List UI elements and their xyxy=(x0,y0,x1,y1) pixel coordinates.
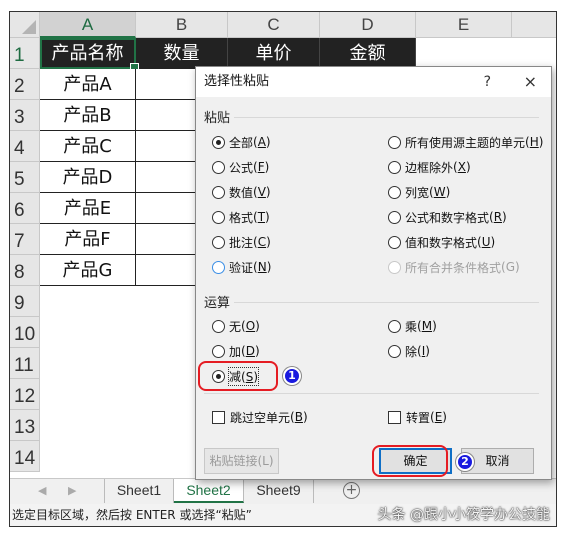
tab-sheet9[interactable]: Sheet9 xyxy=(244,479,314,503)
highlight-ok-button xyxy=(372,445,448,477)
row-header-4[interactable]: 4 xyxy=(10,131,40,162)
paste-special-dialog: 选择性粘贴 ? × 粘贴 全部(A) 公式(F) 数值(V) 格式(T) 批注(… xyxy=(195,66,552,480)
radio-paste-formulas-number-formats[interactable]: 公式和数字格式(R) xyxy=(388,208,507,226)
paste-group-label: 粘贴 xyxy=(204,111,231,126)
column-header-e[interactable]: E xyxy=(416,12,512,38)
radio-paste-validation[interactable]: 验证(N) xyxy=(212,258,271,276)
radio-paste-source-theme[interactable]: 所有使用源主题的单元(H) xyxy=(388,133,543,151)
row-header-1[interactable]: 1 xyxy=(10,38,40,69)
options-divider xyxy=(204,393,539,394)
row-header-2[interactable]: 2 xyxy=(10,69,40,100)
radio-button[interactable] xyxy=(212,210,225,224)
column-header-b[interactable]: B xyxy=(136,12,228,38)
radio-button[interactable] xyxy=(212,235,225,249)
row-header-12[interactable]: 12 xyxy=(10,379,40,410)
dialog-title: 选择性粘贴 xyxy=(204,74,270,89)
radio-button[interactable] xyxy=(388,235,401,249)
select-all-corner[interactable] xyxy=(10,12,40,38)
radio-button[interactable] xyxy=(212,319,225,333)
cell-name[interactable]: 产品A xyxy=(40,69,136,100)
radio-button[interactable] xyxy=(388,344,401,358)
radio-paste-values-number-formats[interactable]: 值和数字格式(U) xyxy=(388,233,495,251)
column-header-f[interactable] xyxy=(512,12,556,38)
header-cell-unit-price[interactable]: 单价 xyxy=(228,38,320,69)
header-cell-amount[interactable]: 金额 xyxy=(320,38,416,69)
row-header-8[interactable]: 8 xyxy=(10,255,40,286)
cell-name[interactable]: 产品D xyxy=(40,162,136,193)
status-text: 选定目标区域，然后按 ENTER 或选择“粘贴” xyxy=(12,508,252,522)
status-bar: 选定目标区域，然后按 ENTER 或选择“粘贴” 头条 @跟小小筱学办公技能 xyxy=(10,504,556,526)
column-header-d[interactable]: D xyxy=(320,12,416,38)
row-header-14[interactable]: 14 xyxy=(10,441,40,472)
radio-paste-except-borders[interactable]: 边框除外(X) xyxy=(388,158,471,176)
help-icon[interactable]: ? xyxy=(484,67,491,97)
radio-operation-add[interactable]: 加(D) xyxy=(212,342,260,360)
radio-button xyxy=(388,260,401,274)
highlight-subtract-option xyxy=(198,361,278,391)
cell-name[interactable]: 产品E xyxy=(40,193,136,224)
checkbox[interactable] xyxy=(388,410,401,424)
radio-button[interactable] xyxy=(212,260,225,274)
scroll-left-icon[interactable]: ◀ xyxy=(38,484,46,497)
radio-paste-formats[interactable]: 格式(T) xyxy=(212,208,270,226)
cell-name[interactable]: 产品C xyxy=(40,131,136,162)
add-sheet-icon[interactable]: + xyxy=(343,482,360,499)
row-header-10[interactable]: 10 xyxy=(10,317,40,348)
paste-group-divider xyxy=(234,117,539,118)
radio-button[interactable] xyxy=(388,185,401,199)
radio-button[interactable] xyxy=(212,185,225,199)
paste-link-button: 粘贴链接(L) xyxy=(204,448,279,474)
checkbox-skip-blanks[interactable]: 跳过空单元(B) xyxy=(212,408,308,426)
radio-operation-multiply[interactable]: 乘(M) xyxy=(388,317,437,335)
radio-button[interactable] xyxy=(388,210,401,224)
radio-paste-formulas[interactable]: 公式(F) xyxy=(212,158,269,176)
row-header-5[interactable]: 5 xyxy=(10,162,40,193)
row-header-7[interactable]: 7 xyxy=(10,224,40,255)
sheet-tab-bar: ◀ ▶ Sheet1 Sheet2 Sheet9 + xyxy=(10,478,556,504)
scroll-right-icon[interactable]: ▶ xyxy=(68,484,76,497)
checkbox[interactable] xyxy=(212,410,225,424)
radio-paste-values[interactable]: 数值(V) xyxy=(212,183,271,201)
radio-button[interactable] xyxy=(388,319,401,333)
cell-name[interactable]: 产品F xyxy=(40,224,136,255)
radio-button[interactable] xyxy=(212,135,225,149)
radio-button[interactable] xyxy=(212,160,225,174)
row-header-11[interactable]: 11 xyxy=(10,348,40,379)
watermark: 头条 @跟小小筱学办公技能 xyxy=(377,507,550,523)
row-header-3[interactable]: 3 xyxy=(10,100,40,131)
dialog-title-bar: 选择性粘贴 ? × xyxy=(196,67,551,97)
radio-button[interactable] xyxy=(388,160,401,174)
step-marker-1: 1 xyxy=(283,367,301,385)
close-icon[interactable]: × xyxy=(524,67,537,97)
tab-sheet2[interactable]: Sheet2 xyxy=(174,479,244,503)
row-header-6[interactable]: 6 xyxy=(10,193,40,224)
radio-paste-column-widths[interactable]: 列宽(W) xyxy=(388,183,450,201)
cell-name[interactable]: 产品B xyxy=(40,100,136,131)
excel-window: A B C D E 1 2 3 4 5 6 7 8 9 10 11 12 13 … xyxy=(10,12,556,526)
header-cell-quantity[interactable]: 数量 xyxy=(136,38,228,69)
checkbox-transpose[interactable]: 转置(E) xyxy=(388,408,447,426)
step-marker-2: 2 xyxy=(456,453,474,471)
row-header-9[interactable]: 9 xyxy=(10,286,40,317)
row-header-13[interactable]: 13 xyxy=(10,410,40,441)
radio-paste-comments[interactable]: 批注(C) xyxy=(212,233,271,251)
radio-button[interactable] xyxy=(388,135,401,149)
operation-group-divider xyxy=(234,302,539,303)
column-header-a[interactable]: A xyxy=(40,12,136,38)
radio-operation-divide[interactable]: 除(I) xyxy=(388,342,430,360)
cell-name[interactable]: 产品G xyxy=(40,255,136,286)
operation-group-label: 运算 xyxy=(204,296,231,311)
radio-button[interactable] xyxy=(212,344,225,358)
radio-operation-none[interactable]: 无(O) xyxy=(212,317,260,335)
column-header-c[interactable]: C xyxy=(228,12,320,38)
tab-sheet1[interactable]: Sheet1 xyxy=(104,479,174,503)
radio-paste-all[interactable]: 全部(A) xyxy=(212,133,271,151)
radio-paste-merge-conditional-formats: 所有合并条件格式(G) xyxy=(388,258,520,276)
active-cell-cursor xyxy=(40,38,139,72)
